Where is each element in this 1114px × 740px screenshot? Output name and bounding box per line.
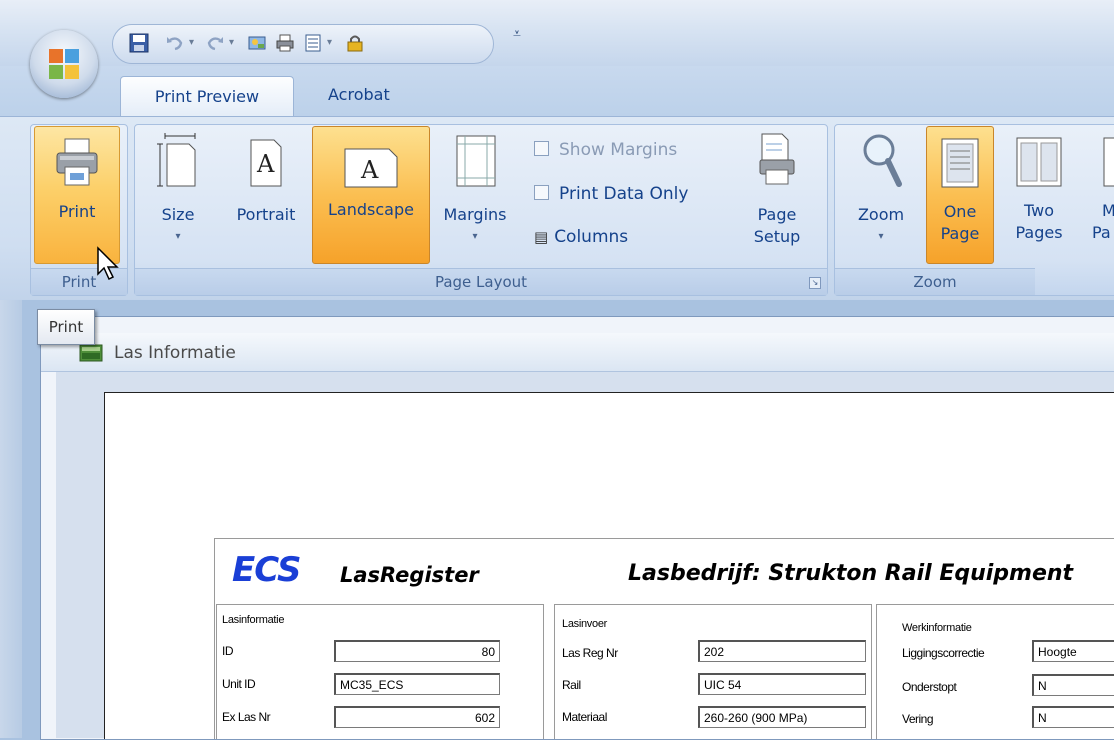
zoom-dropdown-icon: ▾ xyxy=(878,231,884,242)
field-value: Hoogte xyxy=(1032,640,1114,662)
quick-access-toolbar: ▾ ▾ ▾ xyxy=(112,24,494,64)
magnifier-icon xyxy=(863,134,902,187)
tab-print-preview[interactable]: Print Preview xyxy=(120,76,294,117)
zoom-group-label: Zoom xyxy=(835,268,1035,295)
print-button-label: Print xyxy=(58,202,96,221)
document-title: Las Informatie xyxy=(114,343,236,363)
field-label: Liggingscorrectie xyxy=(902,646,985,660)
office-logo-icon xyxy=(49,49,79,79)
landscape-label: Landscape xyxy=(328,200,414,219)
report-logo: ECS xyxy=(232,550,301,590)
more-pages-icon xyxy=(1103,137,1114,187)
print-data-only-box xyxy=(534,185,549,200)
page-setup-label-2: Setup xyxy=(753,227,801,246)
redo-icon[interactable] xyxy=(205,33,225,53)
one-page-label-1: One xyxy=(943,202,977,221)
field-value: N xyxy=(1032,674,1114,696)
margins-button[interactable]: Margins ▾ xyxy=(430,130,520,260)
one-page-button[interactable]: One Page xyxy=(926,126,994,264)
show-margins-checkbox[interactable]: Show Margins xyxy=(534,139,677,161)
page-setup-label-1: Page xyxy=(757,205,797,224)
layout-dropdown-icon[interactable]: ▾ xyxy=(327,33,337,53)
field-value: N xyxy=(1032,706,1114,728)
one-page-icon xyxy=(941,138,979,188)
print-tooltip: Print xyxy=(37,309,95,345)
svg-text:A: A xyxy=(360,156,379,184)
size-button[interactable]: Size ▾ xyxy=(146,130,210,260)
show-margins-box xyxy=(534,141,549,156)
margins-icon xyxy=(456,135,496,187)
left-strip xyxy=(0,300,22,738)
field-label: Materiaal xyxy=(562,710,607,724)
field-label: Rail xyxy=(562,678,581,692)
field-label: Las Reg Nr xyxy=(562,646,618,660)
page-layout-group-label: Page Layout xyxy=(135,268,827,295)
page-layout-launcher-icon[interactable]: ↘ xyxy=(809,277,821,289)
columns-icon: ▤ xyxy=(534,228,549,246)
more-pages-label-1: M xyxy=(1102,201,1114,220)
print-data-only-checkbox[interactable]: Print Data Only xyxy=(534,183,688,205)
undo-dropdown-icon[interactable]: ▾ xyxy=(189,33,199,53)
field-label: Unit ID xyxy=(222,677,256,691)
size-label: Size xyxy=(161,205,195,224)
two-pages-label-1: Two xyxy=(1024,201,1054,220)
columns-button[interactable]: ▤ Columns xyxy=(534,226,628,248)
undo-icon[interactable] xyxy=(165,33,185,53)
report-icon xyxy=(79,344,103,362)
field-label: ID xyxy=(222,644,234,658)
save-icon[interactable] xyxy=(129,33,149,53)
size-dropdown-icon: ▾ xyxy=(175,231,181,242)
portrait-button[interactable]: A Portrait xyxy=(228,130,304,260)
customize-toolbar-icon[interactable]: ⩡ xyxy=(513,26,529,50)
field-value: 80 xyxy=(334,640,500,662)
field-label: Vering xyxy=(902,712,934,726)
office-button[interactable] xyxy=(30,30,98,98)
more-pages-button[interactable]: M Pa xyxy=(1084,130,1114,260)
landscape-icon: A xyxy=(344,148,398,188)
show-margins-label: Show Margins xyxy=(559,140,678,160)
report-title: LasRegister xyxy=(340,563,479,587)
margins-label: Margins xyxy=(443,205,507,224)
field-value: UIC 54 xyxy=(698,673,866,695)
one-page-label-2: Page xyxy=(940,224,980,243)
panel-title: Werkinformatie xyxy=(902,622,972,634)
field-value: MC35_ECS xyxy=(334,673,500,695)
print-button[interactable]: Print xyxy=(34,126,120,264)
portrait-icon: A xyxy=(250,139,282,187)
view-icon[interactable] xyxy=(247,33,267,53)
security-icon[interactable] xyxy=(345,33,365,53)
panel-title: Lasinformatie xyxy=(222,614,285,626)
print-data-only-label: Print Data Only xyxy=(559,184,689,204)
layout-icon[interactable] xyxy=(303,33,323,53)
field-label: Onderstopt xyxy=(902,680,957,694)
field-value: 202 xyxy=(698,640,866,662)
printer-icon xyxy=(56,138,98,186)
landscape-button[interactable]: A Landscape xyxy=(312,126,430,264)
page-size-icon xyxy=(157,133,196,187)
field-value: 602 xyxy=(334,706,500,728)
report-company: Lasbedrijf: Strukton Rail Equipment xyxy=(628,561,1074,586)
more-pages-label-2: Pa xyxy=(1092,223,1111,242)
two-pages-icon xyxy=(1016,137,1062,187)
zoom-label: Zoom xyxy=(857,205,905,224)
columns-label: Columns xyxy=(554,227,629,247)
two-pages-button[interactable]: Two Pages xyxy=(1006,130,1072,260)
svg-text:A: A xyxy=(256,150,275,178)
portrait-label: Portrait xyxy=(236,205,296,224)
two-pages-label-2: Pages xyxy=(1015,223,1063,242)
field-label: Ex Las Nr xyxy=(222,710,271,724)
field-value: 260-260 (900 MPa) xyxy=(698,706,866,728)
zoom-button[interactable]: Zoom ▾ xyxy=(846,130,916,260)
panel-title: Lasinvoer xyxy=(562,618,607,630)
mouse-cursor-icon xyxy=(97,246,119,281)
redo-dropdown-icon[interactable]: ▾ xyxy=(229,33,239,53)
page-setup-icon xyxy=(759,133,795,185)
tab-acrobat[interactable]: Acrobat xyxy=(310,75,408,115)
page-setup-button[interactable]: Page Setup xyxy=(742,130,812,260)
quick-print-icon[interactable] xyxy=(275,33,295,53)
margins-dropdown-icon: ▾ xyxy=(472,231,478,242)
